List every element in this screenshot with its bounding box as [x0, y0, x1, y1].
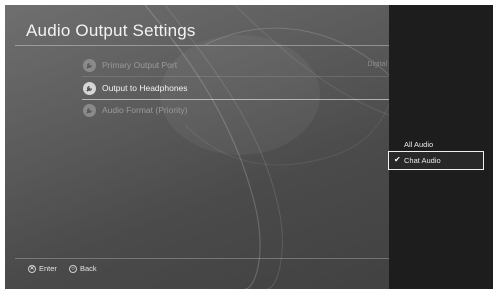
wrench-icon [83, 82, 96, 95]
option-label: All Audio [404, 140, 434, 149]
menu-item-audio-format[interactable]: Audio Format (Priority) [15, 102, 389, 120]
footer-divider [15, 258, 389, 259]
option-label: Chat Audio [404, 156, 441, 165]
enter-hint: ✕ Enter [28, 264, 57, 273]
enter-label: Enter [39, 264, 57, 273]
menu-item-label: Audio Format (Priority) [102, 105, 188, 115]
page-title: Audio Output Settings [26, 21, 196, 40]
option-chat-audio[interactable]: ✔ Chat Audio [388, 151, 484, 170]
cross-button-icon: ✕ [28, 264, 36, 273]
menu-item-output-to-headphones[interactable]: Output to Headphones [15, 80, 389, 98]
selected-row-underline [82, 99, 389, 100]
back-label: Back [80, 264, 97, 273]
title-divider [15, 45, 389, 46]
circle-button-icon: ○ [69, 264, 77, 273]
options-panel: All Audio ✔ Chat Audio [388, 5, 493, 289]
menu-item-primary-output-port[interactable]: Primary Output Port Digital [15, 57, 389, 75]
screen: Audio Output Settings Primary Output Por… [5, 5, 493, 289]
menu-item-value: Digital [367, 61, 387, 68]
menu-item-label: Primary Output Port [102, 60, 178, 70]
menu-item-label: Output to Headphones [102, 83, 188, 93]
checkmark-icon: ✔ [394, 155, 401, 164]
wrench-icon [83, 59, 96, 72]
wrench-icon [83, 104, 96, 117]
back-hint: ○ Back [69, 264, 97, 273]
row-divider [82, 76, 389, 77]
